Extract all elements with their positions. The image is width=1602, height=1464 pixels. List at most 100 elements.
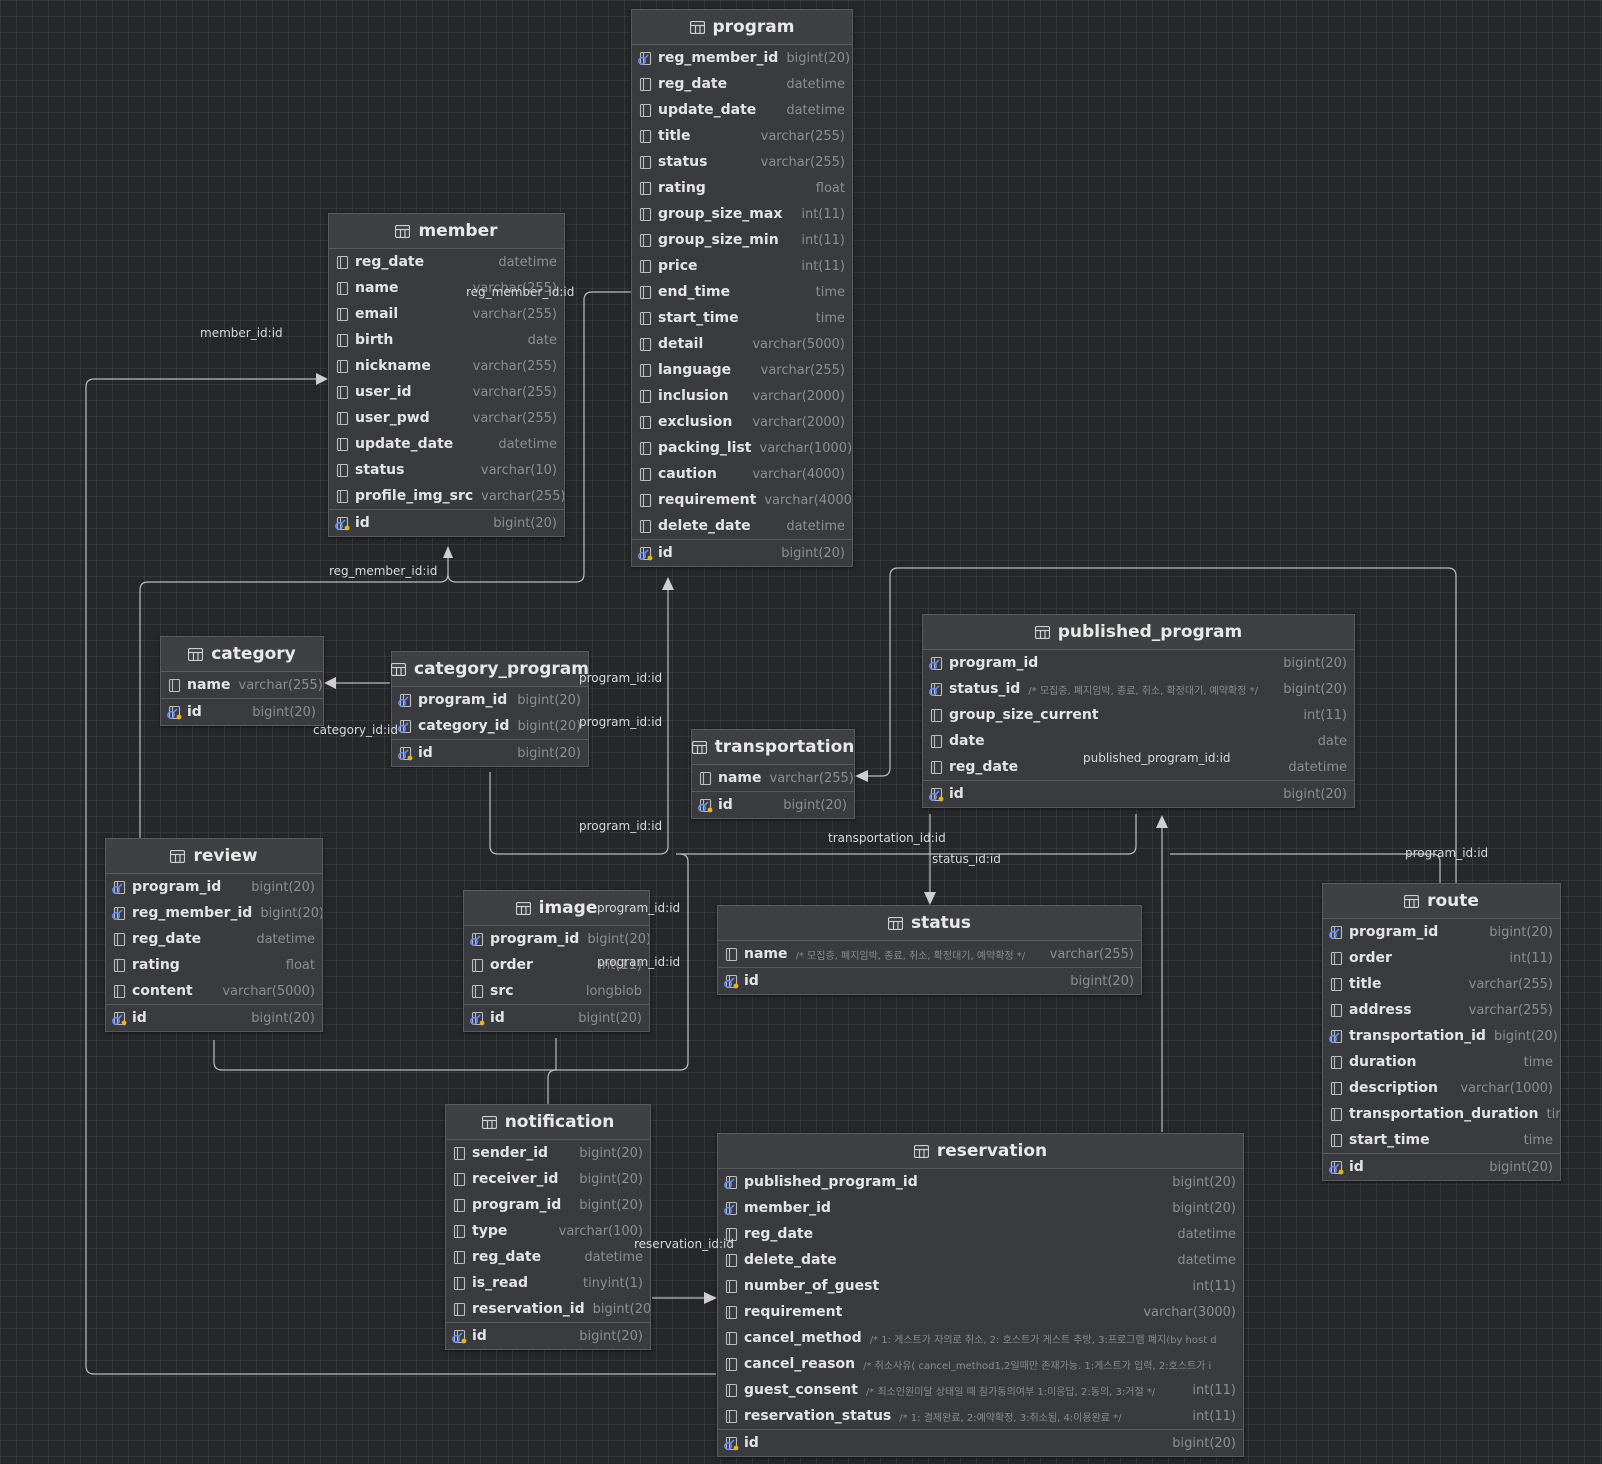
column-row[interactable]: language varchar(255) — [632, 357, 852, 383]
column-row[interactable]: name varchar(255) — [161, 672, 323, 698]
column-row[interactable]: id bigint(20) — [692, 791, 854, 818]
column-row[interactable]: delete_date datetime — [718, 1247, 1243, 1273]
column-row[interactable]: caution varchar(4000) — [632, 461, 852, 487]
column-row[interactable]: src longblob — [464, 978, 649, 1004]
column-row[interactable]: program_id bigint(20) — [446, 1192, 650, 1218]
column-row[interactable]: reg_date datetime — [106, 926, 322, 952]
table-route[interactable]: route program_id bigint(20) order int(11) tit… — [1322, 883, 1561, 1181]
column-row[interactable]: requirement varchar(4000) — [632, 487, 852, 513]
column-row[interactable]: group_size_current int(11) — [923, 702, 1354, 728]
column-row[interactable]: program_id bigint(20) — [392, 687, 588, 713]
table-transportation[interactable]: transportation name varchar(255) id bigint(2… — [691, 729, 855, 819]
column-row[interactable]: name /* 모집중, 폐지임박, 종료, 취소, 확정대기, 예약확정 */ v… — [718, 941, 1141, 967]
table-header[interactable]: notification — [446, 1105, 650, 1140]
column-row[interactable]: order int(11) — [1323, 945, 1560, 971]
table-header[interactable]: transportation — [691, 730, 854, 765]
column-row[interactable]: reg_date datetime — [446, 1244, 650, 1270]
column-row[interactable]: transportation_id bigint(20) — [1323, 1023, 1560, 1049]
column-row[interactable]: member_id bigint(20) — [718, 1195, 1243, 1221]
column-row[interactable]: end_time time — [632, 279, 852, 305]
column-row[interactable]: id bigint(20) — [106, 1004, 322, 1031]
column-row[interactable]: profile_img_src varchar(255) — [329, 483, 564, 509]
table-notification[interactable]: notification sender_id bigint(20) receiver_… — [445, 1104, 651, 1350]
column-row[interactable]: id bigint(20) — [1323, 1153, 1560, 1180]
column-row[interactable]: status_id /* 모집중, 폐지임박, 종료, 취소, 확정대기, 예약확… — [923, 676, 1354, 702]
column-row[interactable]: program_id bigint(20) — [106, 874, 322, 900]
column-row[interactable]: id bigint(20) — [161, 698, 323, 725]
column-row[interactable]: category_id bigint(20) — [392, 713, 588, 739]
column-row[interactable]: id bigint(20) — [329, 509, 564, 536]
column-row[interactable]: cancel_method /* 1: 게스트가 자의로 취소, 2: 호스트가 … — [718, 1325, 1243, 1351]
column-row[interactable]: title varchar(255) — [1323, 971, 1560, 997]
column-row[interactable]: user_pwd varchar(255) — [329, 405, 564, 431]
column-row[interactable]: email varchar(255) — [329, 301, 564, 327]
column-row[interactable]: delete_date datetime — [632, 513, 852, 539]
table-member[interactable]: member reg_date datetime name varchar(255) em… — [328, 213, 565, 537]
column-row[interactable]: update_date datetime — [329, 431, 564, 457]
table-published-program[interactable]: published_program program_id bigint(20) sta… — [922, 614, 1355, 808]
column-row[interactable]: description varchar(1000) — [1323, 1075, 1560, 1101]
column-row[interactable]: transportation_duration time — [1323, 1101, 1560, 1127]
column-row[interactable]: price int(11) — [632, 253, 852, 279]
column-row[interactable]: reg_date datetime — [329, 249, 564, 275]
column-row[interactable]: is_read tinyint(1) — [446, 1270, 650, 1296]
column-row[interactable]: content varchar(5000) — [106, 978, 322, 1004]
column-row[interactable]: rating float — [106, 952, 322, 978]
table-category[interactable]: category name varchar(255) id bigint(20) — [160, 636, 324, 726]
column-row[interactable]: reg_member_id bigint(20) — [632, 45, 852, 71]
column-row[interactable]: rating float — [632, 175, 852, 201]
table-status[interactable]: status name /* 모집중, 폐지임박, 종료, 취소, 확정대기, 예약… — [717, 905, 1142, 995]
column-row[interactable]: program_id bigint(20) — [1323, 919, 1560, 945]
column-row[interactable]: group_size_max int(11) — [632, 201, 852, 227]
column-row[interactable]: program_id bigint(20) — [923, 650, 1354, 676]
column-row[interactable]: update_date datetime — [632, 97, 852, 123]
table-header[interactable]: category_program — [391, 652, 589, 687]
column-row[interactable]: type varchar(100) — [446, 1218, 650, 1244]
table-header[interactable]: member — [329, 214, 564, 249]
column-row[interactable]: id bigint(20) — [464, 1004, 649, 1031]
column-row[interactable]: id bigint(20) — [632, 539, 852, 566]
column-row[interactable]: requirement varchar(3000) — [718, 1299, 1243, 1325]
column-row[interactable]: address varchar(255) — [1323, 997, 1560, 1023]
column-row[interactable]: id bigint(20) — [718, 967, 1141, 994]
table-header[interactable]: status — [718, 906, 1141, 941]
table-header[interactable]: route — [1323, 884, 1560, 919]
table-header[interactable]: program — [632, 10, 852, 45]
column-row[interactable]: published_program_id bigint(20) — [718, 1169, 1243, 1195]
table-review[interactable]: review program_id bigint(20) reg_member_id b… — [105, 838, 323, 1032]
column-row[interactable]: reservation_status /* 1: 결제완료, 2:예약확정, 3:… — [718, 1403, 1243, 1429]
column-row[interactable]: reg_date datetime — [718, 1221, 1243, 1247]
column-row[interactable]: start_time time — [632, 305, 852, 331]
column-row[interactable]: reg_date datetime — [632, 71, 852, 97]
column-row[interactable]: program_id bigint(20) — [464, 926, 649, 952]
column-row[interactable]: duration time — [1323, 1049, 1560, 1075]
column-row[interactable]: name varchar(255) — [692, 765, 854, 791]
column-row[interactable]: sender_id bigint(20) — [446, 1140, 650, 1166]
column-row[interactable]: inclusion varchar(2000) — [632, 383, 852, 409]
table-header[interactable]: review — [106, 839, 322, 874]
column-row[interactable]: exclusion varchar(2000) — [632, 409, 852, 435]
column-row[interactable]: title varchar(255) — [632, 123, 852, 149]
column-row[interactable]: group_size_min int(11) — [632, 227, 852, 253]
column-row[interactable]: cancel_reason /* 취소사유( cancel_method1,2일때… — [718, 1351, 1243, 1377]
column-row[interactable]: id bigint(20) — [446, 1322, 650, 1349]
column-row[interactable]: id bigint(20) — [392, 739, 588, 766]
column-row[interactable]: birth date — [329, 327, 564, 353]
column-row[interactable]: number_of_guest int(11) — [718, 1273, 1243, 1299]
column-row[interactable]: detail varchar(5000) — [632, 331, 852, 357]
column-row[interactable]: reservation_id bigint(20) — [446, 1296, 650, 1322]
column-row[interactable]: start_time time — [1323, 1127, 1560, 1153]
column-row[interactable]: receiver_id bigint(20) — [446, 1166, 650, 1192]
table-header[interactable]: reservation — [718, 1134, 1243, 1169]
table-header[interactable]: category — [161, 637, 323, 672]
table-header[interactable]: published_program — [923, 615, 1354, 650]
table-category-program[interactable]: category_program program_id bigint(20) cate… — [391, 651, 589, 767]
column-row[interactable]: guest_consent /* 최소인원미달 상태일 때 참가동의여부 1:미응… — [718, 1377, 1243, 1403]
column-row[interactable]: reg_member_id bigint(20) — [106, 900, 322, 926]
column-row[interactable]: id bigint(20) — [718, 1429, 1243, 1456]
table-program[interactable]: program reg_member_id bigint(20) reg_date da… — [631, 9, 853, 567]
column-row[interactable]: status varchar(10) — [329, 457, 564, 483]
column-row[interactable]: user_id varchar(255) — [329, 379, 564, 405]
column-row[interactable]: packing_list varchar(1000) — [632, 435, 852, 461]
table-reservation[interactable]: reservation published_program_id bigint(20… — [717, 1133, 1244, 1457]
